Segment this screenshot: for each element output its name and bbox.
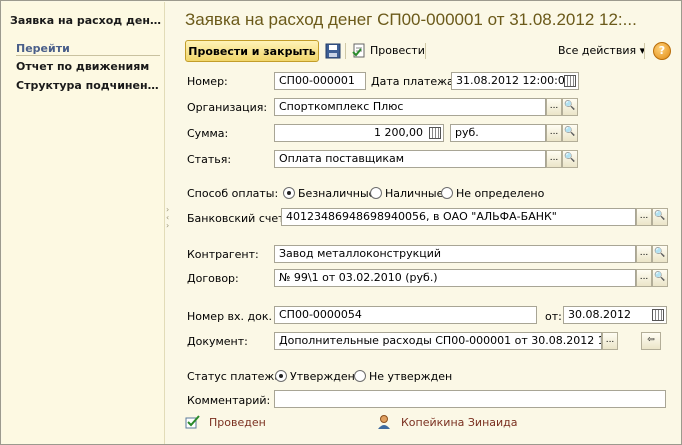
calendar-icon[interactable]: [652, 309, 664, 321]
toolbar: Провести и закрыть Провести Все действия…: [185, 40, 675, 64]
sum-label: Сумма:: [187, 127, 229, 140]
comment-field[interactable]: [274, 390, 666, 408]
toolbar-divider: [644, 43, 645, 59]
document-select-button[interactable]: ...: [602, 332, 618, 350]
contract-open-icon[interactable]: 🔍: [652, 269, 668, 287]
from-date-value: 30.08.2012: [568, 308, 631, 321]
sidebar-divider: [16, 55, 160, 56]
main-form: Заявка на расход денег СП00-000001 от 31…: [171, 2, 681, 444]
payment-status-label: Статус платежа:: [187, 370, 285, 383]
counterparty-label: Контрагент:: [187, 248, 259, 261]
panel-splitter-handle[interactable]: › ‹ ›: [166, 206, 170, 238]
contract-label: Договор:: [187, 272, 239, 285]
calculator-icon[interactable]: [429, 127, 441, 139]
contract-select-button[interactable]: ...: [636, 269, 652, 287]
sidebar-link-subordinate-structure[interactable]: Структура подчиненн...: [16, 79, 162, 92]
post-and-close-button[interactable]: Провести и закрыть: [185, 40, 319, 62]
navigation-panel: Заявка на расход ден... Перейти Отчет по…: [2, 2, 165, 444]
payment-method-label: Способ оплаты:: [187, 187, 279, 200]
save-icon[interactable]: [325, 43, 341, 59]
bank-account-label: Банковский счет:: [187, 212, 289, 225]
user-icon: [378, 415, 390, 429]
author-name: Копейкина Зинаида: [401, 416, 518, 429]
contract-field[interactable]: № 99\1 от 03.02.2010 (руб.): [274, 269, 636, 287]
item-open-icon[interactable]: 🔍: [562, 150, 578, 168]
payment-date-label: Дата платежа:: [371, 75, 458, 88]
radio-cashless-label: Безналичные: [298, 187, 376, 200]
bank-account-open-icon[interactable]: 🔍: [652, 208, 668, 226]
post-document-icon[interactable]: [351, 43, 367, 59]
page-title: Заявка на расход денег СП00-000001 от 31…: [185, 10, 637, 29]
radio-cashless[interactable]: [283, 187, 295, 199]
number-label: Номер:: [187, 75, 228, 88]
item-select-button[interactable]: ...: [546, 150, 562, 168]
payment-date-field[interactable]: 31.08.2012 12:00:01: [451, 72, 579, 90]
from-date-label: от:: [545, 310, 562, 323]
radio-cash[interactable]: [370, 187, 382, 199]
sidebar-section-title: Перейти: [16, 42, 70, 55]
document-label: Документ:: [187, 335, 248, 348]
counterparty-select-button[interactable]: ...: [636, 245, 652, 263]
counterparty-open-icon[interactable]: 🔍: [652, 245, 668, 263]
payment-date-value: 31.08.2012 12:00:01: [456, 74, 572, 87]
organization-open-icon[interactable]: 🔍: [562, 98, 578, 116]
open-document-icon[interactable]: ⇦: [641, 332, 661, 350]
toolbar-divider: [345, 43, 346, 59]
toolbar-divider: [425, 43, 426, 59]
comment-label: Комментарий:: [187, 394, 271, 407]
bank-account-field[interactable]: 40123486948698940056, в ОАО "АЛЬФА-БАНК": [281, 208, 636, 226]
document-field[interactable]: Дополнительные расходы СП00-000001 от 30…: [274, 332, 602, 350]
incoming-doc-label: Номер вх. док. :: [187, 310, 280, 323]
counterparty-field[interactable]: Завод металлоконструкций: [274, 245, 636, 263]
radio-approved[interactable]: [275, 370, 287, 382]
help-button[interactable]: ?: [653, 42, 671, 60]
post-button[interactable]: Провести: [370, 44, 425, 57]
sum-value: 1 200,00: [374, 126, 423, 139]
sum-field[interactable]: 1 200,00: [274, 124, 444, 142]
radio-cash-label: Наличные: [385, 187, 444, 200]
item-field[interactable]: Оплата поставщикам: [274, 150, 546, 168]
radio-not-approved-label: Не утвержден: [369, 370, 453, 383]
sidebar-link-movement-report[interactable]: Отчет по движениям: [16, 60, 162, 73]
radio-approved-label: Утвержден: [290, 370, 355, 383]
organization-select-button[interactable]: ...: [546, 98, 562, 116]
radio-undefined[interactable]: [441, 187, 453, 199]
calendar-icon[interactable]: [564, 75, 576, 87]
bank-account-select-button[interactable]: ...: [636, 208, 652, 226]
posted-status-icon: [185, 415, 200, 429]
incoming-doc-field[interactable]: СП00-0000054: [274, 306, 537, 324]
organization-field[interactable]: Спорткомплекс Плюс: [274, 98, 546, 116]
all-actions-menu[interactable]: Все действия ▾: [558, 44, 645, 57]
sidebar-current-item[interactable]: Заявка на расход ден...: [10, 14, 162, 27]
number-field[interactable]: СП00-000001: [274, 72, 366, 90]
organization-label: Организация:: [187, 101, 268, 114]
item-label: Статья:: [187, 153, 232, 166]
currency-select-button[interactable]: ...: [546, 124, 562, 142]
currency-open-icon[interactable]: 🔍: [562, 124, 578, 142]
radio-not-approved[interactable]: [354, 370, 366, 382]
document-window: Заявка на расход ден... Перейти Отчет по…: [0, 0, 682, 445]
currency-field[interactable]: руб.: [450, 124, 546, 142]
radio-undefined-label: Не определено: [456, 187, 545, 200]
posted-status-text: Проведен: [209, 416, 266, 429]
